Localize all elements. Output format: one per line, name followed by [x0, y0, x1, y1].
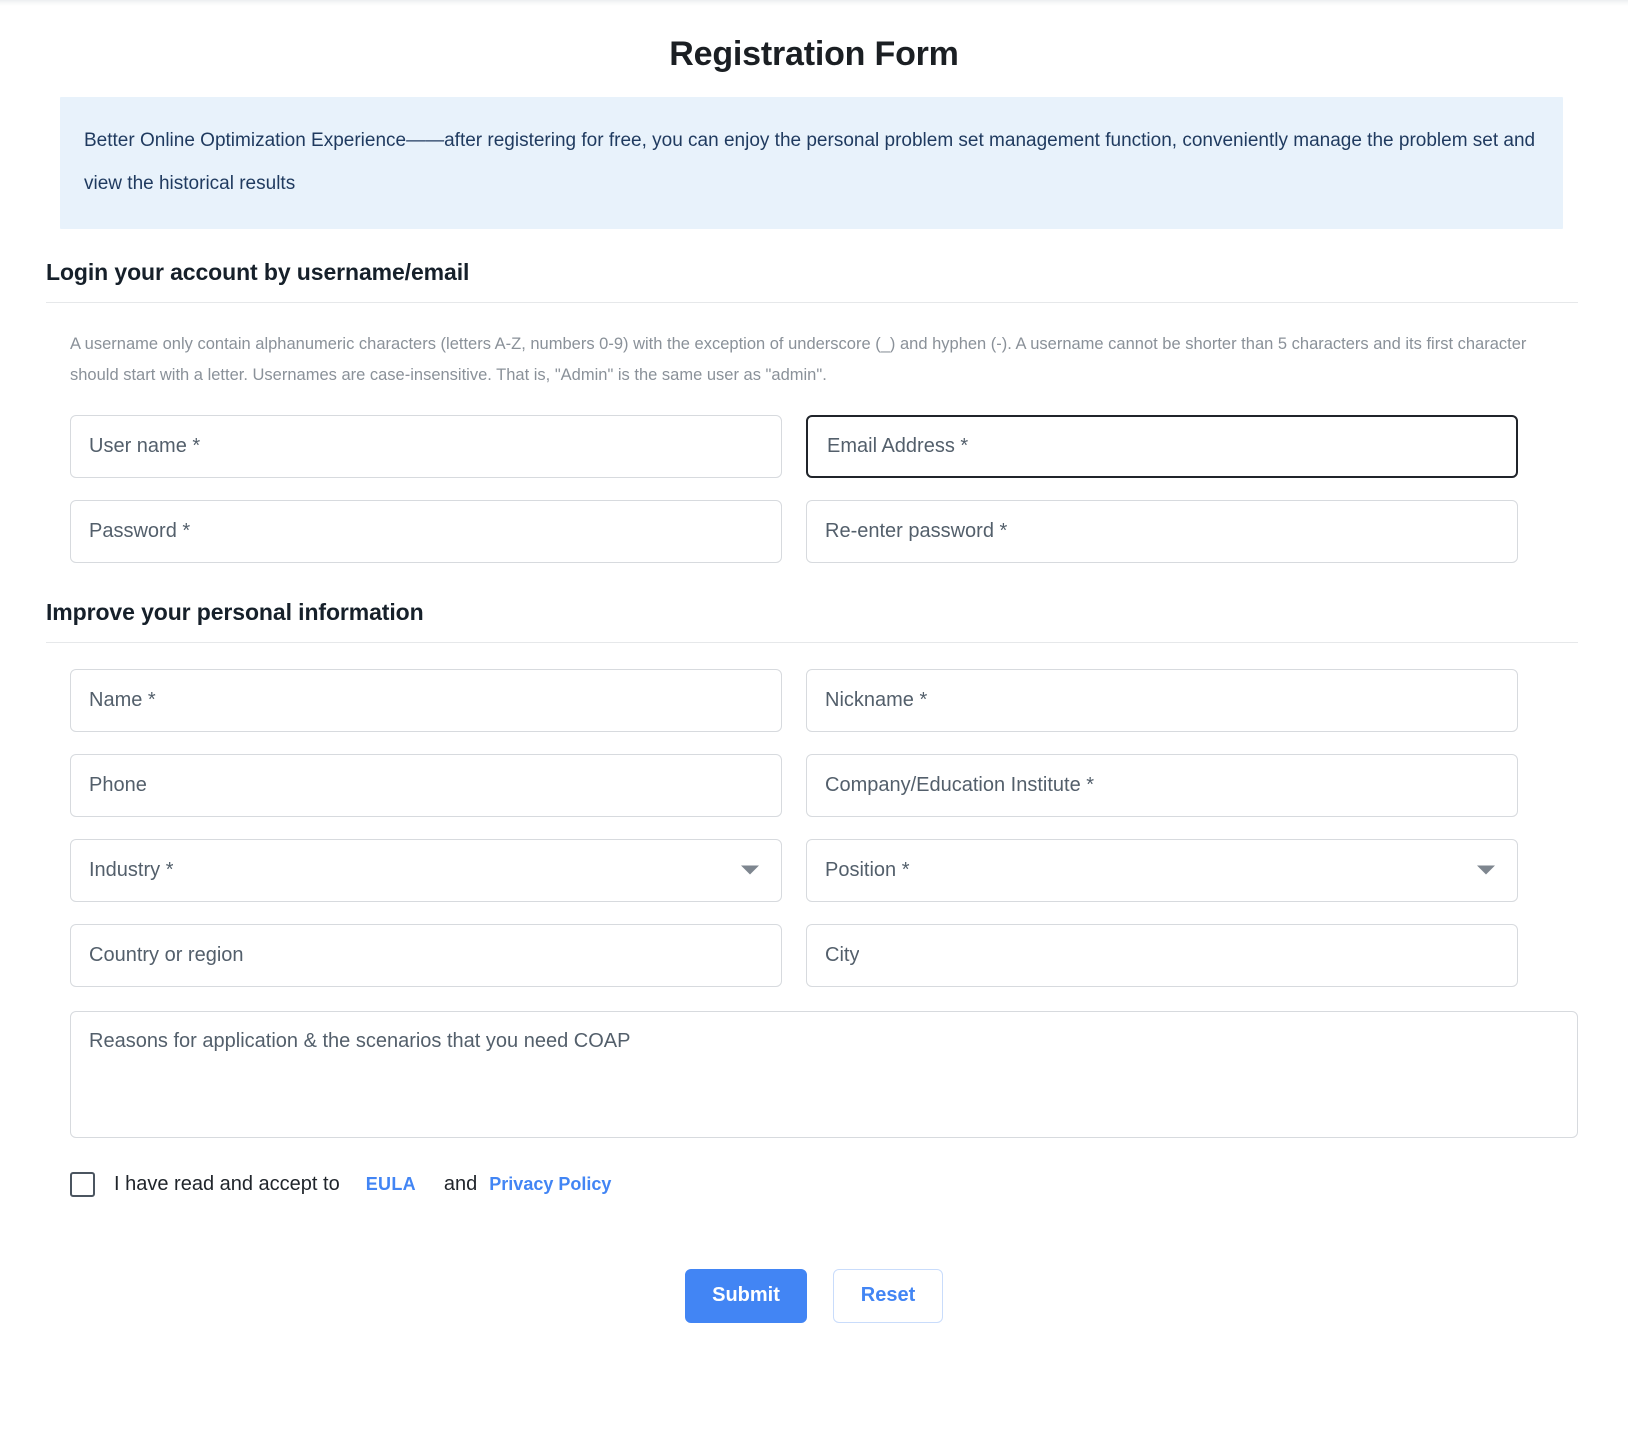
email-field[interactable]: Email Address * — [806, 414, 1518, 478]
info-banner: Better Online Optimization Experience——a… — [60, 96, 1563, 229]
nickname-placeholder: Nickname * — [825, 690, 928, 711]
privacy-policy-link[interactable]: Privacy Policy — [489, 1174, 611, 1195]
accept-conjunction: and — [443, 1172, 478, 1195]
page-title: Registration Form — [669, 35, 959, 73]
phone-field[interactable]: Phone — [70, 753, 782, 817]
reset-button[interactable]: Reset — [833, 1268, 943, 1323]
form-actions: Submit Reset — [0, 1268, 1628, 1323]
login-section: Login your account by username/email A u… — [0, 259, 1628, 563]
login-fields-grid: User name * Email Address * Password * R… — [46, 414, 1578, 563]
registration-page: Registration Form Better Online Optimiza… — [0, 0, 1628, 1323]
accept-terms-row: I have read and accept to EULA and Priva… — [70, 1171, 1628, 1197]
chevron-down-icon — [1477, 865, 1495, 875]
company-field[interactable]: Company/Education Institute * — [806, 753, 1518, 817]
position-select[interactable]: Position * — [806, 838, 1518, 902]
company-placeholder: Company/Education Institute * — [825, 775, 1095, 796]
nickname-field[interactable]: Nickname * — [806, 668, 1518, 732]
city-field[interactable]: City — [806, 923, 1518, 987]
city-placeholder: City — [825, 945, 860, 966]
personal-fields-grid: Name * Nickname * Phone Company/Educatio… — [46, 668, 1578, 987]
country-field[interactable]: Country or region — [70, 923, 782, 987]
industry-select[interactable]: Industry * — [70, 838, 782, 902]
reasons-textarea[interactable]: Reasons for application & the scenarios … — [70, 1010, 1578, 1138]
username-help-text: A username only contain alphanumeric cha… — [70, 334, 1527, 384]
country-placeholder: Country or region — [89, 945, 244, 966]
eula-link[interactable]: EULA — [366, 1174, 416, 1195]
login-section-heading: Login your account by username/email — [46, 258, 470, 285]
personal-information-section: Improve your personal information Name *… — [0, 599, 1628, 987]
name-field[interactable]: Name * — [70, 668, 782, 732]
submit-button[interactable]: Submit — [685, 1268, 807, 1323]
accept-terms-checkbox[interactable] — [70, 1171, 95, 1197]
reenter-password-field[interactable]: Re-enter password * — [806, 499, 1518, 563]
password-placeholder: Password * — [89, 521, 191, 542]
chevron-down-icon — [741, 865, 759, 875]
email-placeholder: Email Address * — [827, 436, 969, 457]
personal-section-heading: Improve your personal information — [46, 598, 424, 625]
industry-placeholder: Industry * — [89, 860, 174, 881]
accept-terms-label: I have read and accept to — [114, 1172, 340, 1195]
username-placeholder: User name * — [89, 436, 201, 457]
password-field[interactable]: Password * — [70, 499, 782, 563]
name-placeholder: Name * — [89, 690, 156, 711]
username-field[interactable]: User name * — [70, 414, 782, 478]
reasons-placeholder: Reasons for application & the scenarios … — [89, 1029, 631, 1052]
login-section-divider — [46, 301, 1578, 303]
phone-placeholder: Phone — [89, 775, 147, 796]
reenter-password-placeholder: Re-enter password * — [825, 521, 1008, 542]
personal-section-divider — [46, 641, 1578, 643]
position-placeholder: Position * — [825, 860, 910, 881]
